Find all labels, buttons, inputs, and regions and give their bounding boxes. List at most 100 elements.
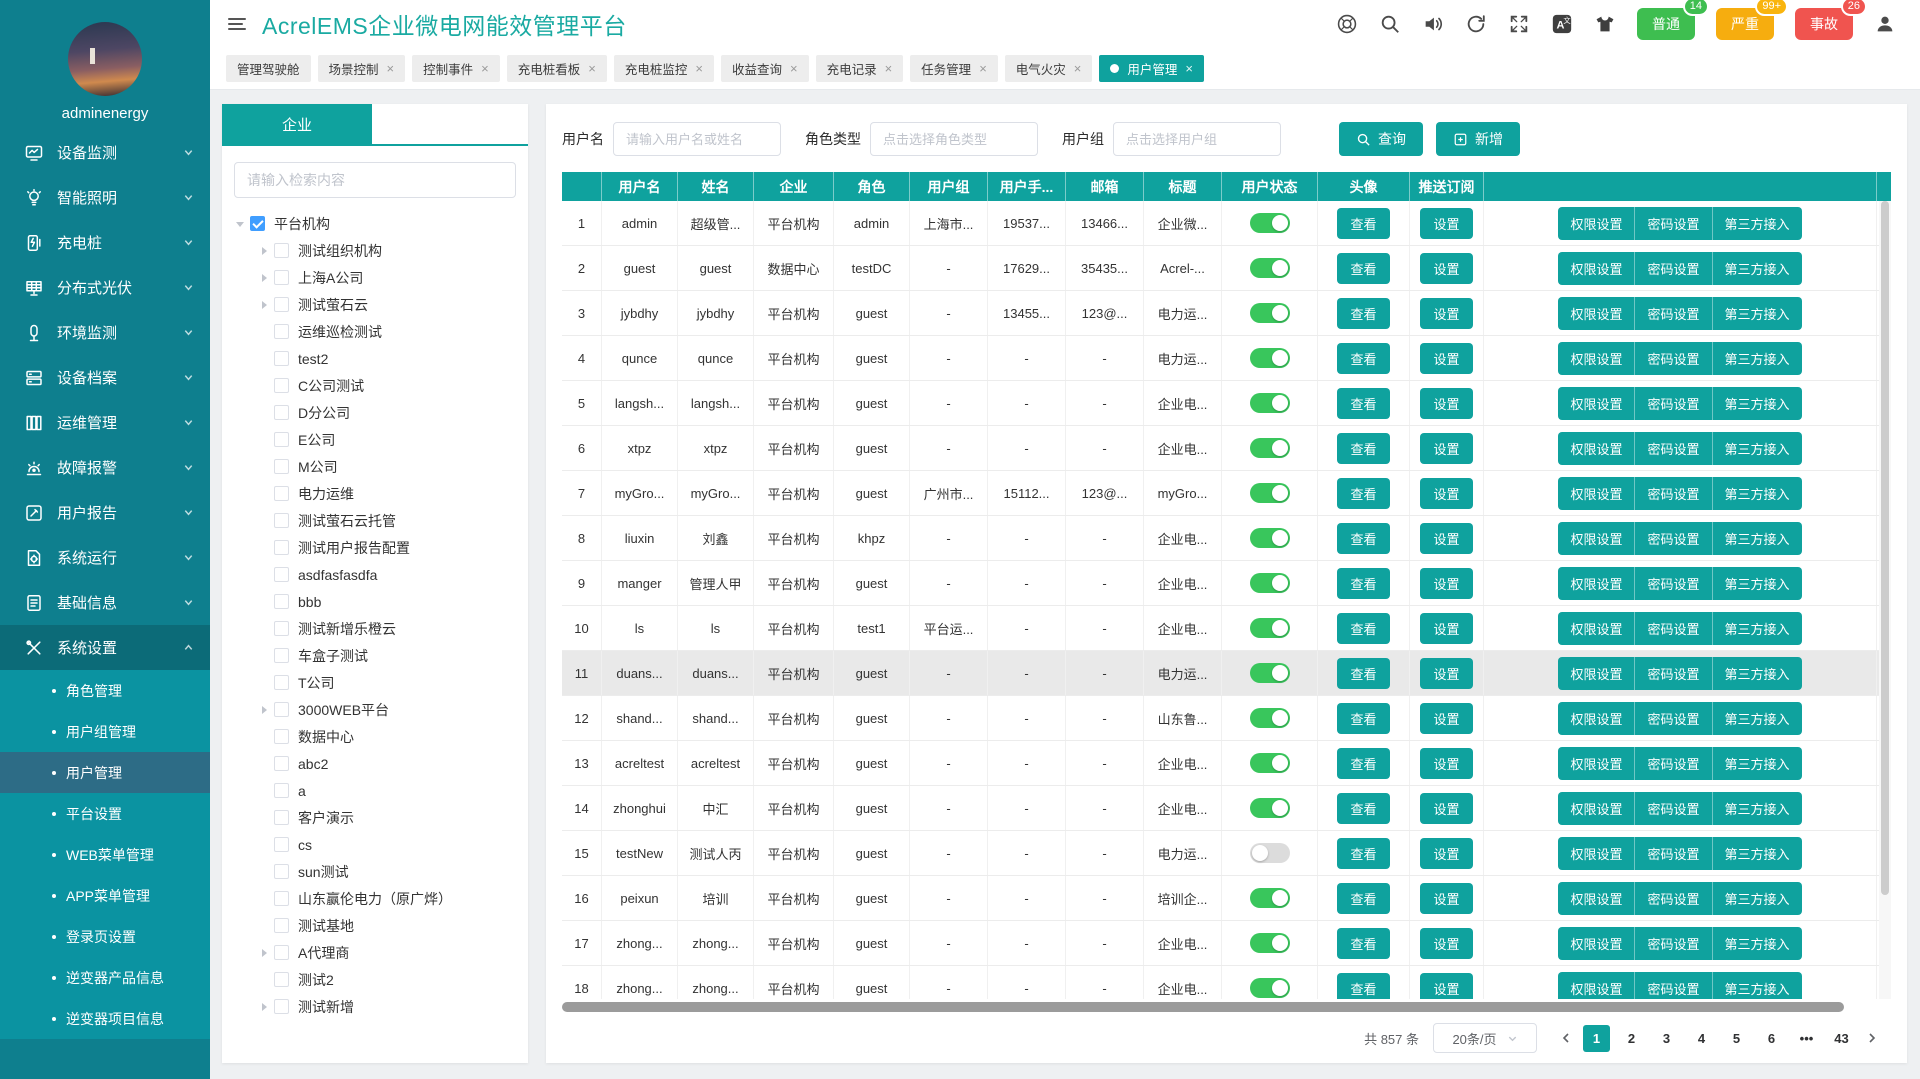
third-party-button[interactable]: 第三方接入 xyxy=(1713,702,1802,735)
checkbox[interactable] xyxy=(274,324,289,339)
view-avatar-button[interactable]: 查看 xyxy=(1337,748,1389,779)
sidebar-item-distributed-pv[interactable]: 分布式光伏 xyxy=(0,265,210,310)
sidebar-subitem-role-mgmt[interactable]: 角色管理 xyxy=(0,670,210,711)
status-toggle[interactable] xyxy=(1250,663,1290,683)
page-3-button[interactable]: 3 xyxy=(1653,1025,1680,1052)
permission-settings-button[interactable]: 权限设置 xyxy=(1558,702,1635,735)
tab-electrical-fire[interactable]: 电气火灾× xyxy=(1005,55,1093,82)
close-icon[interactable]: × xyxy=(790,61,798,76)
tree-node[interactable]: D分公司 xyxy=(222,399,528,426)
view-avatar-button[interactable]: 查看 xyxy=(1337,523,1389,554)
permission-settings-button[interactable]: 权限设置 xyxy=(1558,612,1635,645)
view-avatar-button[interactable]: 查看 xyxy=(1337,703,1389,734)
close-icon[interactable]: × xyxy=(885,61,893,76)
view-avatar-button[interactable]: 查看 xyxy=(1337,478,1389,509)
status-toggle[interactable] xyxy=(1250,303,1290,323)
checkbox[interactable] xyxy=(274,783,289,798)
password-settings-button[interactable]: 密码设置 xyxy=(1635,522,1712,555)
checkbox[interactable] xyxy=(274,351,289,366)
add-button[interactable]: 新增 xyxy=(1436,122,1520,156)
push-settings-button[interactable]: 设置 xyxy=(1420,658,1472,689)
tab-charging-records[interactable]: 充电记录× xyxy=(816,55,904,82)
push-settings-button[interactable]: 设置 xyxy=(1420,973,1472,1000)
permission-settings-button[interactable]: 权限设置 xyxy=(1558,657,1635,690)
tab-revenue-query[interactable]: 收益查询× xyxy=(721,55,809,82)
status-toggle[interactable] xyxy=(1250,258,1290,278)
third-party-button[interactable]: 第三方接入 xyxy=(1713,477,1802,510)
tree-node[interactable]: 车盒子测试 xyxy=(222,642,528,669)
tab-scene-control[interactable]: 场景控制× xyxy=(318,55,406,82)
tab-task-mgmt[interactable]: 任务管理× xyxy=(910,55,998,82)
push-settings-button[interactable]: 设置 xyxy=(1420,613,1472,644)
permission-settings-button[interactable]: 权限设置 xyxy=(1558,297,1635,330)
expander-icon[interactable] xyxy=(256,273,272,283)
checkbox[interactable] xyxy=(274,594,289,609)
expander-icon[interactable] xyxy=(232,219,248,229)
status-toggle[interactable] xyxy=(1250,888,1290,908)
page-1-button[interactable]: 1 xyxy=(1583,1025,1610,1052)
view-avatar-button[interactable]: 查看 xyxy=(1337,793,1389,824)
checkbox[interactable] xyxy=(274,486,289,501)
permission-settings-button[interactable]: 权限设置 xyxy=(1558,927,1635,960)
checkbox[interactable] xyxy=(274,918,289,933)
push-settings-button[interactable]: 设置 xyxy=(1420,793,1472,824)
status-toggle[interactable] xyxy=(1250,933,1290,953)
tree-node[interactable]: asdfasfasdfa xyxy=(222,561,528,588)
checkbox[interactable] xyxy=(274,864,289,879)
tree-node[interactable]: A代理商 xyxy=(222,939,528,966)
close-icon[interactable]: × xyxy=(481,61,489,76)
checkbox[interactable] xyxy=(274,945,289,960)
tab-charger-board[interactable]: 充电桩看板× xyxy=(507,55,607,82)
tree-node[interactable]: cs xyxy=(222,831,528,858)
horizontal-scrollbar-thumb[interactable] xyxy=(562,1002,1844,1012)
tree-node[interactable]: M公司 xyxy=(222,453,528,480)
view-avatar-button[interactable]: 查看 xyxy=(1337,883,1389,914)
push-settings-button[interactable]: 设置 xyxy=(1420,748,1472,779)
expander-icon[interactable] xyxy=(256,705,272,715)
checkbox[interactable] xyxy=(274,621,289,636)
third-party-button[interactable]: 第三方接入 xyxy=(1713,522,1802,555)
push-settings-button[interactable]: 设置 xyxy=(1420,883,1472,914)
permission-settings-button[interactable]: 权限设置 xyxy=(1558,747,1635,780)
page-5-button[interactable]: 5 xyxy=(1723,1025,1750,1052)
status-toggle[interactable] xyxy=(1250,348,1290,368)
close-icon[interactable]: × xyxy=(1185,61,1193,76)
status-toggle[interactable] xyxy=(1250,438,1290,458)
group-input[interactable] xyxy=(1113,122,1281,156)
push-settings-button[interactable]: 设置 xyxy=(1420,703,1472,734)
translate-icon[interactable]: A文 xyxy=(1551,13,1573,35)
permission-settings-button[interactable]: 权限设置 xyxy=(1558,207,1635,240)
expander-icon[interactable] xyxy=(256,1002,272,1012)
hamburger-menu-icon[interactable] xyxy=(226,13,248,35)
checkbox[interactable] xyxy=(274,513,289,528)
tree-node[interactable]: 3000WEB平台 xyxy=(222,696,528,723)
close-icon[interactable]: × xyxy=(695,61,703,76)
third-party-button[interactable]: 第三方接入 xyxy=(1713,342,1802,375)
fullscreen-icon[interactable] xyxy=(1508,13,1530,35)
permission-settings-button[interactable]: 权限设置 xyxy=(1558,567,1635,600)
vertical-scrollbar[interactable] xyxy=(1879,201,1891,999)
third-party-button[interactable]: 第三方接入 xyxy=(1713,432,1802,465)
expander-icon[interactable] xyxy=(256,300,272,310)
permission-settings-button[interactable]: 权限设置 xyxy=(1558,252,1635,285)
close-icon[interactable]: × xyxy=(979,61,987,76)
status-toggle[interactable] xyxy=(1250,573,1290,593)
view-avatar-button[interactable]: 查看 xyxy=(1337,613,1389,644)
alert-accident-button[interactable]: 事故26 xyxy=(1795,8,1853,40)
third-party-button[interactable]: 第三方接入 xyxy=(1713,927,1802,960)
view-avatar-button[interactable]: 查看 xyxy=(1337,838,1389,869)
checkbox[interactable] xyxy=(274,972,289,987)
checkbox[interactable] xyxy=(274,297,289,312)
password-settings-button[interactable]: 密码设置 xyxy=(1635,207,1712,240)
tab-charger-monitor[interactable]: 充电桩监控× xyxy=(614,55,714,82)
third-party-button[interactable]: 第三方接入 xyxy=(1713,792,1802,825)
permission-settings-button[interactable]: 权限设置 xyxy=(1558,342,1635,375)
refresh-icon[interactable] xyxy=(1465,13,1487,35)
next-page-button[interactable] xyxy=(1859,1025,1885,1052)
user-icon[interactable] xyxy=(1874,13,1896,35)
status-toggle[interactable] xyxy=(1250,843,1290,863)
close-icon[interactable]: × xyxy=(588,61,596,76)
sidebar-subitem-platform-settings[interactable]: 平台设置 xyxy=(0,793,210,834)
alert-normal-button[interactable]: 普通14 xyxy=(1637,8,1695,40)
close-icon[interactable]: × xyxy=(1074,61,1082,76)
